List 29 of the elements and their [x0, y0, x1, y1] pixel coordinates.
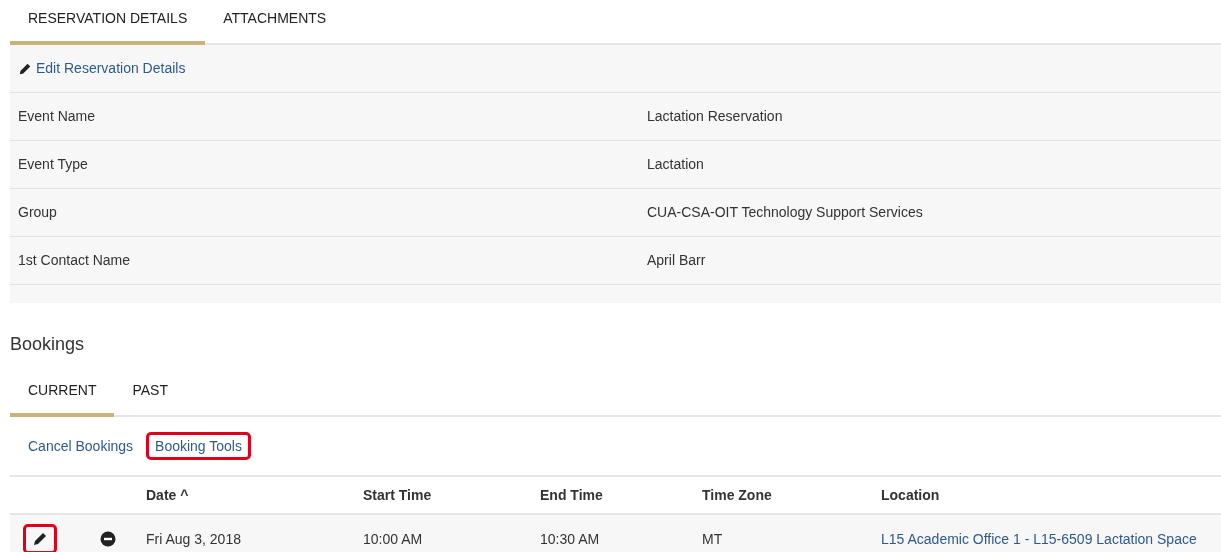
minus-circle-icon: [99, 531, 116, 548]
field-value: Lactation Reservation: [647, 107, 783, 126]
edit-link[interactable]: Edit Reservation Details: [18, 58, 186, 79]
column-header: Start Time: [363, 486, 432, 503]
location-link[interactable]: L15 Academic Office 1 - L15-6509 Lactation Space: [881, 530, 1197, 547]
column-header: End Time: [540, 486, 603, 503]
field-label: Group: [18, 203, 58, 222]
edit-button[interactable]: [22, 524, 57, 552]
field-label: Event Type: [18, 155, 89, 174]
field-value: April Barr: [647, 251, 706, 270]
pencil-icon: [18, 61, 32, 76]
column-header[interactable]: Date ^: [146, 486, 189, 503]
field-label: 1st Contact Name: [18, 251, 132, 270]
action-link[interactable]: Booking Tools: [146, 431, 251, 461]
field-value: Lactation: [647, 155, 704, 174]
table-cell: MT: [702, 530, 723, 547]
tab[interactable]: CURRENT: [10, 372, 115, 417]
table-cell: 10:00 AM: [363, 530, 423, 547]
tab[interactable]: ATTACHMENTS: [205, 0, 345, 45]
action-link[interactable]: Cancel Bookings: [19, 431, 143, 461]
pencil-icon: [31, 531, 48, 547]
tab[interactable]: PAST: [114, 372, 186, 417]
table-cell: 10:30 AM: [540, 530, 600, 547]
section-title: Bookings: [10, 333, 86, 356]
column-header: Time Zone: [702, 486, 772, 503]
field-label: Event Name: [18, 107, 97, 126]
field-value: CUA-CSA-OIT Technology Support Services: [647, 203, 923, 222]
table-cell: Fri Aug 3, 2018: [146, 530, 241, 547]
column-header: Location: [881, 486, 940, 503]
